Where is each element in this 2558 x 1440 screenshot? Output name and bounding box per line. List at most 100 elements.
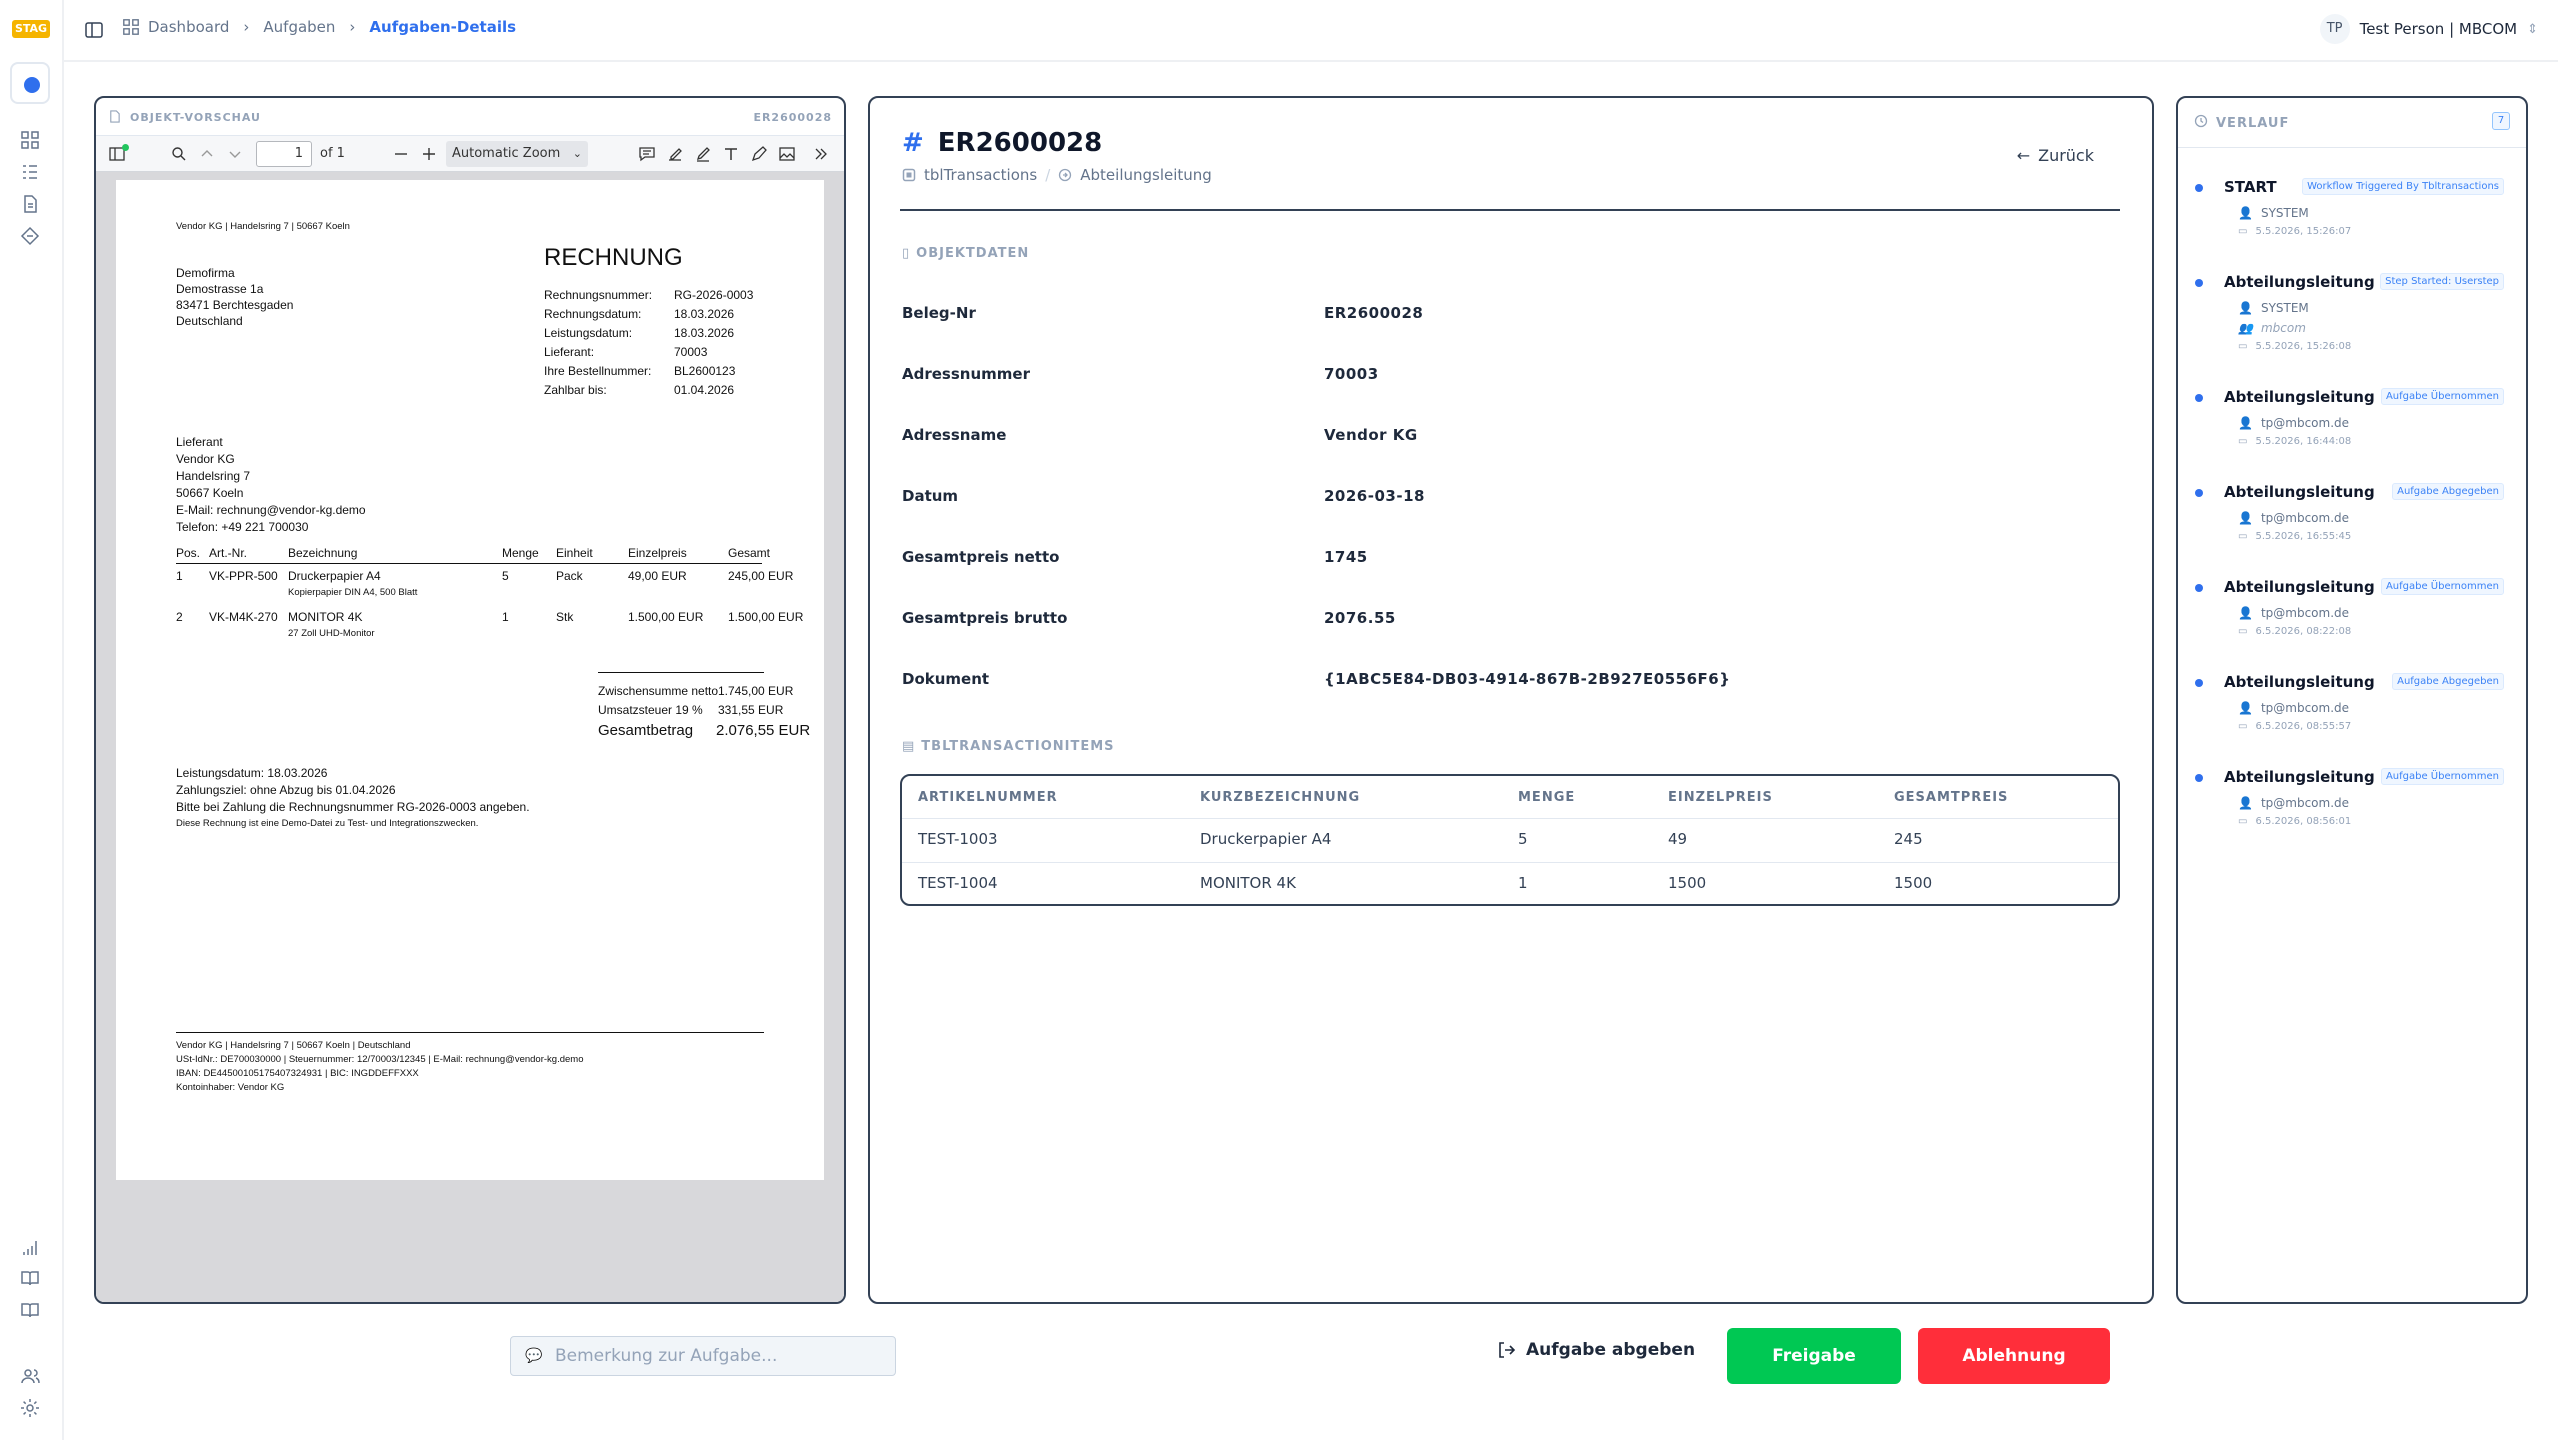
doc-recipient-line: Demofirma — [176, 266, 235, 280]
calendar-icon: ▭ — [2238, 626, 2248, 637]
history-item: Abteilungsleitung Aufgabe Übernommen 👤 tp… — [2178, 758, 2526, 853]
doc-col-header: Einzelpreis — [628, 546, 687, 560]
doc-total-label: Gesamtbetrag — [598, 722, 694, 739]
workflow-icon[interactable] — [20, 226, 40, 246]
status-dot-icon — [122, 144, 129, 151]
user-label: SYSTEM — [2260, 301, 2309, 315]
table-icon — [902, 168, 916, 182]
doc-table-rule — [176, 563, 762, 564]
object-path: tblTransactions / Abteilungsleitung — [902, 166, 1212, 184]
history-item-date: ▭ 5.5.2026, 15:26:07 — [2238, 226, 2351, 237]
double-chevron-right-icon[interactable] — [812, 145, 830, 163]
field-value: Vendor KG — [1324, 426, 1418, 444]
doc-sender-line: Vendor KG | Handelsring 7 | 50667 Koeln — [176, 221, 350, 232]
sidebar-toggle-icon[interactable] — [84, 20, 104, 40]
book-icon[interactable] — [20, 1268, 40, 1288]
chevron-down-icon[interactable] — [226, 145, 244, 163]
comment-icon[interactable] — [638, 145, 656, 163]
doc-row-einheit: Stk — [556, 610, 574, 624]
highlight-icon[interactable] — [694, 145, 712, 163]
env-badge: STAG — [12, 20, 50, 38]
signature-icon[interactable] — [666, 145, 684, 163]
zoom-value: Automatic Zoom — [452, 146, 561, 161]
doc-meta-value: RG-2026-0003 — [674, 288, 754, 302]
doc-row-einheit: Pack — [556, 569, 583, 583]
field-label: Datum — [902, 487, 959, 505]
history-item-user: 👤 tp@mbcom.de — [2238, 416, 2349, 430]
back-button[interactable]: ← Zurück — [2017, 146, 2094, 165]
zoom-select[interactable]: Automatic Zoom ⌄ — [446, 141, 588, 167]
task-list-icon[interactable] — [20, 162, 40, 182]
doc-col-header: Bezeichnung — [288, 546, 358, 560]
doc-footer-line: IBAN: DE44500105175407324931 | BIC: INGD… — [176, 1068, 419, 1079]
doc-col-header: Menge — [502, 546, 539, 560]
user-label: tp@mbcom.de — [2260, 796, 2350, 810]
doc-row-sub: Kopierpapier DIN A4, 500 Blatt — [288, 587, 418, 598]
draw-icon[interactable] — [750, 145, 768, 163]
remark-input[interactable]: 💬 Bemerkung zur Aufgabe... — [510, 1336, 896, 1376]
zoom-in-icon[interactable] — [420, 145, 438, 163]
workflow-step: Abteilungsleitung — [1080, 166, 1212, 184]
doc-row-bez: MONITOR 4K — [288, 610, 363, 624]
breadcrumb-aufgaben[interactable]: Aufgaben — [263, 18, 335, 36]
history-item: Abteilungsleitung Aufgabe Abgegeben 👤 tp@… — [2178, 663, 2526, 758]
doc-row-bez: Druckerpapier A4 — [288, 569, 381, 583]
file-icon: ▯ — [902, 246, 911, 261]
history-item-title: Abteilungsleitung — [2224, 673, 2375, 691]
top-bar: Dashboard › Aufgaben › Aufgaben-Details … — [64, 0, 2558, 62]
zoom-out-icon[interactable] — [392, 145, 410, 163]
cell-menge: 5 — [1518, 830, 1528, 848]
pdf-viewport[interactable]: Vendor KG | Handelsring 7 | 50667 Koeln … — [96, 172, 844, 1302]
history-count-badge: 7 — [2492, 112, 2510, 130]
doc-recipient-line: 83471 Berchtesgaden — [176, 298, 294, 312]
timeline-dot-icon — [2195, 184, 2203, 192]
doc-row-pos: 1 — [176, 569, 183, 583]
cell-menge: 1 — [1518, 874, 1528, 892]
column-header: MENGE — [1518, 790, 1576, 805]
text-tool-icon[interactable] — [722, 145, 740, 163]
doc-row-art: VK-PPR-500 — [209, 569, 278, 583]
reject-button[interactable]: Ablehnung — [1918, 1328, 2110, 1384]
column-header: ARTIKELNUMMER — [918, 790, 1058, 805]
timeline-dot-icon — [2195, 774, 2203, 782]
cell-einzelpreis: 49 — [1668, 830, 1688, 848]
search-icon[interactable] — [170, 145, 188, 163]
field-label: Beleg-Nr — [902, 304, 976, 322]
cell-kurzbezeichnung: MONITOR 4K — [1200, 874, 1296, 892]
doc-row-menge: 1 — [502, 610, 509, 624]
page-number-input[interactable]: 1 — [256, 141, 312, 167]
users-icon[interactable] — [20, 1366, 40, 1386]
chevron-up-icon[interactable] — [198, 145, 216, 163]
doc-recipient-line: Deutschland — [176, 314, 243, 328]
user-name: Test Person | MBCOM — [2359, 20, 2518, 38]
manual-icon[interactable] — [20, 1300, 40, 1320]
field-value: 1745 — [1324, 548, 1368, 566]
history-header: VERLAUF 7 — [2178, 98, 2526, 148]
approve-button[interactable]: Freigabe — [1727, 1328, 1901, 1384]
field-value: {1ABC5E84-DB03-4914-867B-2B927E0556F6} — [1324, 670, 1731, 688]
settings-gear-icon[interactable] — [20, 1398, 40, 1418]
cell-einzelpreis: 1500 — [1668, 874, 1707, 892]
timeline-dot-icon — [2195, 279, 2203, 287]
statistics-icon[interactable] — [20, 1238, 40, 1258]
image-icon[interactable] — [778, 145, 796, 163]
calendar-icon: ▭ — [2238, 226, 2248, 237]
user-menu[interactable]: TP Test Person | MBCOM ⇕ — [2319, 14, 2538, 44]
nav-home-button[interactable] — [10, 62, 50, 104]
breadcrumb-dashboard[interactable]: Dashboard — [148, 18, 229, 36]
remark-placeholder: Bemerkung zur Aufgabe... — [555, 1346, 778, 1366]
doc-meta-key: Rechnungsnummer: — [544, 288, 653, 302]
history-panel: VERLAUF 7 START Workflow Triggered By Tb… — [2176, 96, 2528, 1304]
history-item-title: Abteilungsleitung — [2224, 768, 2375, 786]
doc-ust: 331,55 EUR — [718, 703, 784, 717]
doc-col-header: Einheit — [556, 546, 593, 560]
calendar-icon: ▭ — [2238, 436, 2248, 447]
hand-over-task-button[interactable]: Aufgabe abgeben — [1496, 1340, 1695, 1360]
document-icon[interactable] — [20, 194, 40, 214]
field-label: Gesamtpreis netto — [902, 548, 1060, 566]
side-rail: STAG — [0, 0, 64, 1440]
doc-title: RECHNUNG — [544, 244, 683, 271]
user-label: SYSTEM — [2260, 206, 2309, 220]
dashboard-grid-icon[interactable] — [20, 130, 40, 150]
doc-row-ep: 1.500,00 EUR — [628, 610, 704, 624]
